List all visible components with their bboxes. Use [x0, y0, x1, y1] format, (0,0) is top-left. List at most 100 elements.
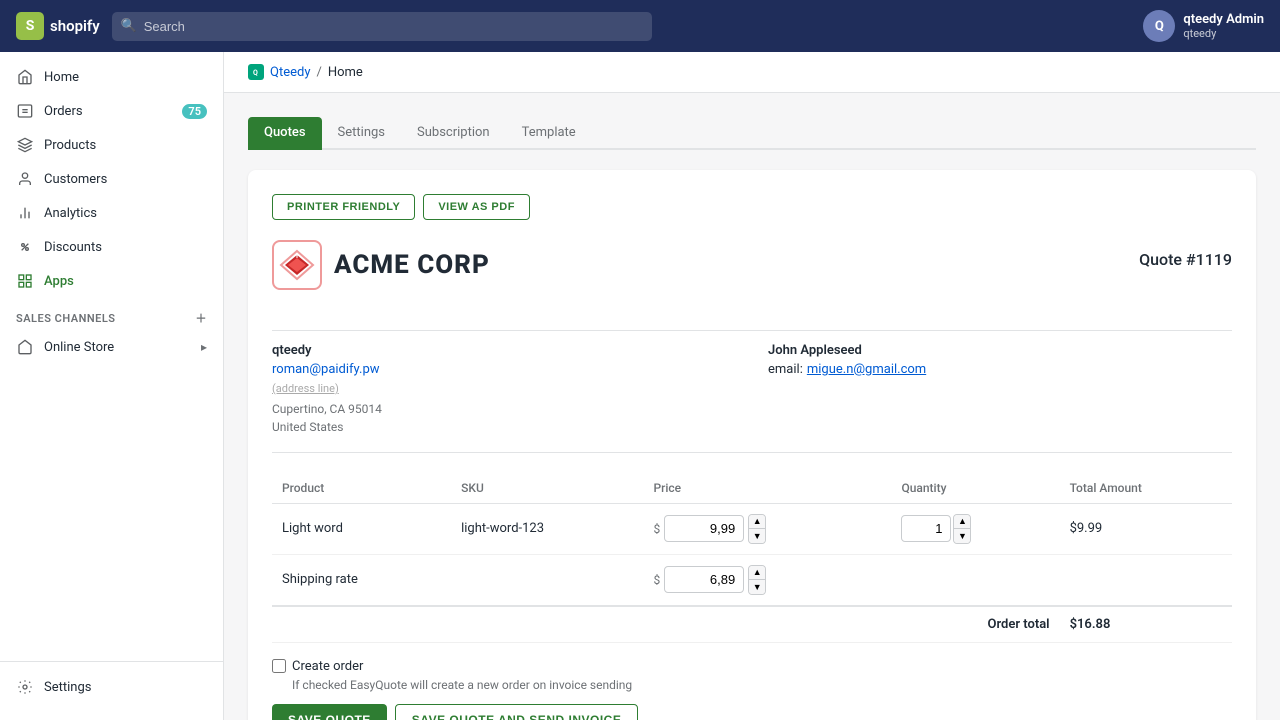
quote-number: Quote #1119: [1139, 240, 1232, 269]
save-buttons: SAVE QUOTE SAVE QUOTE AND SEND INVOICE: [272, 704, 1232, 720]
shipping-sku: [451, 554, 643, 606]
create-order-label[interactable]: Create order: [272, 659, 1232, 674]
products-icon: [16, 136, 34, 154]
shipping-currency: $: [653, 573, 660, 587]
company-name: ACME CORP: [334, 250, 490, 280]
qty-up-button[interactable]: ▲: [954, 515, 970, 529]
order-total-spacer: [272, 606, 891, 643]
seller-city: Cupertino, CA 95014: [272, 400, 736, 418]
shipping-price-wrap: $ ▲ ▼: [653, 565, 881, 595]
seller-address-placeholder: (address line): [272, 381, 736, 398]
user-info: qteedy Admin qteedy: [1183, 12, 1264, 40]
col-product: Product: [272, 473, 451, 504]
create-order-checkbox[interactable]: [272, 659, 286, 673]
buyer-info: John Appleseed email: migue.n@gmail.com: [768, 343, 1232, 436]
qteedy-icon: Q: [248, 64, 264, 80]
sidebar-item-online-store[interactable]: Online Store ▸: [0, 330, 223, 364]
price-down-button[interactable]: ▼: [749, 529, 765, 543]
shipping-up-button[interactable]: ▲: [749, 566, 765, 580]
price-up-button[interactable]: ▲: [749, 515, 765, 529]
avatar: Q: [1143, 10, 1175, 42]
sidebar-label-home: Home: [44, 70, 79, 85]
sidebar-label-discounts: Discounts: [44, 240, 102, 255]
seller-email-link[interactable]: roman@paidify.pw: [272, 362, 380, 377]
sidebar-item-settings[interactable]: Settings: [0, 670, 223, 704]
sidebar-item-products[interactable]: Products: [0, 128, 223, 162]
shopify-logo-icon: S: [16, 12, 44, 40]
home-icon: [16, 68, 34, 86]
product-price-cell: $ ▲ ▼: [643, 503, 891, 554]
sidebar-label-products: Products: [44, 138, 96, 153]
create-order-hint: If checked EasyQuote will create a new o…: [272, 678, 1232, 692]
col-quantity: Quantity: [891, 473, 1059, 504]
create-order-section: Create order If checked EasyQuote will c…: [272, 659, 1232, 692]
shopify-logo: S shopify: [16, 12, 100, 40]
shipping-down-button[interactable]: ▼: [749, 580, 765, 594]
sidebar-item-orders[interactable]: Orders 75: [0, 94, 223, 128]
company-header: ACME CORP Quote #1119: [272, 240, 1232, 306]
tab-template[interactable]: Template: [506, 117, 592, 150]
sidebar-label-customers: Customers: [44, 172, 107, 187]
product-name: Light word: [272, 503, 451, 554]
order-total-label: Order total: [891, 606, 1059, 643]
buyer-email-label: email:: [768, 362, 803, 377]
discounts-icon: [16, 238, 34, 256]
sales-channels-section: SALES CHANNELS ＋: [0, 298, 223, 330]
col-total: Total Amount: [1060, 473, 1232, 504]
apps-icon: [16, 272, 34, 290]
price-input[interactable]: [664, 515, 744, 542]
sidebar-label-online-store: Online Store: [44, 340, 114, 355]
add-sales-channel-icon[interactable]: ＋: [196, 310, 208, 326]
main-content: Q Qteedy / Home Quotes Settings Subscrip…: [224, 52, 1280, 720]
sidebar-item-apps[interactable]: Apps: [0, 264, 223, 298]
quote-table: Product SKU Price Quantity Total Amount …: [272, 473, 1232, 643]
col-price: Price: [643, 473, 891, 504]
price-currency: $: [653, 522, 660, 536]
seller-info: qteedy roman@paidify.pw (address line) C…: [272, 343, 736, 436]
diamond-svg: [279, 247, 315, 283]
shopify-logo-text: shopify: [50, 17, 100, 35]
seller-address: (address line) Cupertino, CA 95014 Unite…: [272, 381, 736, 436]
qty-input[interactable]: [901, 515, 951, 542]
tab-settings[interactable]: Settings: [322, 117, 401, 150]
tab-quotes[interactable]: Quotes: [248, 117, 322, 150]
sidebar-item-analytics[interactable]: Analytics: [0, 196, 223, 230]
search-input[interactable]: [112, 12, 652, 41]
shipping-label: Shipping rate: [272, 554, 451, 606]
shipping-spinners: ▲ ▼: [748, 565, 766, 595]
breadcrumb-current: Home: [328, 65, 363, 80]
sidebar-item-customers[interactable]: Customers: [0, 162, 223, 196]
breadcrumb: Q Qteedy / Home: [224, 52, 1280, 93]
shipping-qty: [891, 554, 1059, 606]
company-logo: [272, 240, 322, 290]
buyer-email-link[interactable]: migue.n@gmail.com: [807, 362, 926, 377]
product-qty-cell: ▲ ▼: [891, 503, 1059, 554]
sidebar-label-analytics: Analytics: [44, 206, 97, 221]
table-header-row: Product SKU Price Quantity Total Amount: [272, 473, 1232, 504]
breadcrumb-separator: /: [316, 65, 321, 80]
qty-wrap: ▲ ▼: [901, 514, 1049, 544]
col-sku: SKU: [451, 473, 643, 504]
view-as-pdf-button[interactable]: VIEW AS PDF: [423, 194, 530, 220]
save-and-send-button[interactable]: SAVE QUOTE AND SEND INVOICE: [395, 704, 639, 720]
shipping-price-input[interactable]: [664, 566, 744, 593]
online-store-expand-icon[interactable]: ▸: [201, 340, 207, 354]
save-quote-button[interactable]: SAVE QUOTE: [272, 704, 387, 720]
quote-card: PRINTER FRIENDLY VIEW AS PDF: [248, 170, 1256, 720]
info-section: qteedy roman@paidify.pw (address line) C…: [272, 343, 1232, 453]
customers-icon: [16, 170, 34, 188]
order-total-row: Order total $16.88: [272, 606, 1232, 643]
analytics-icon: [16, 204, 34, 222]
qty-down-button[interactable]: ▼: [954, 529, 970, 543]
price-spinners: ▲ ▼: [748, 514, 766, 544]
sidebar-item-discounts[interactable]: Discounts: [0, 230, 223, 264]
shipping-price-cell: $ ▲ ▼: [643, 554, 891, 606]
tabs-container: Quotes Settings Subscription Template: [248, 117, 1256, 150]
topnav: S shopify 🔍 Q qteedy Admin qteedy: [0, 0, 1280, 52]
tab-subscription[interactable]: Subscription: [401, 117, 506, 150]
breadcrumb-root-link[interactable]: Qteedy: [270, 65, 310, 80]
printer-friendly-button[interactable]: PRINTER FRIENDLY: [272, 194, 415, 220]
search-icon: 🔍: [121, 19, 137, 34]
create-order-text: Create order: [292, 659, 363, 674]
sidebar-item-home[interactable]: Home: [0, 60, 223, 94]
